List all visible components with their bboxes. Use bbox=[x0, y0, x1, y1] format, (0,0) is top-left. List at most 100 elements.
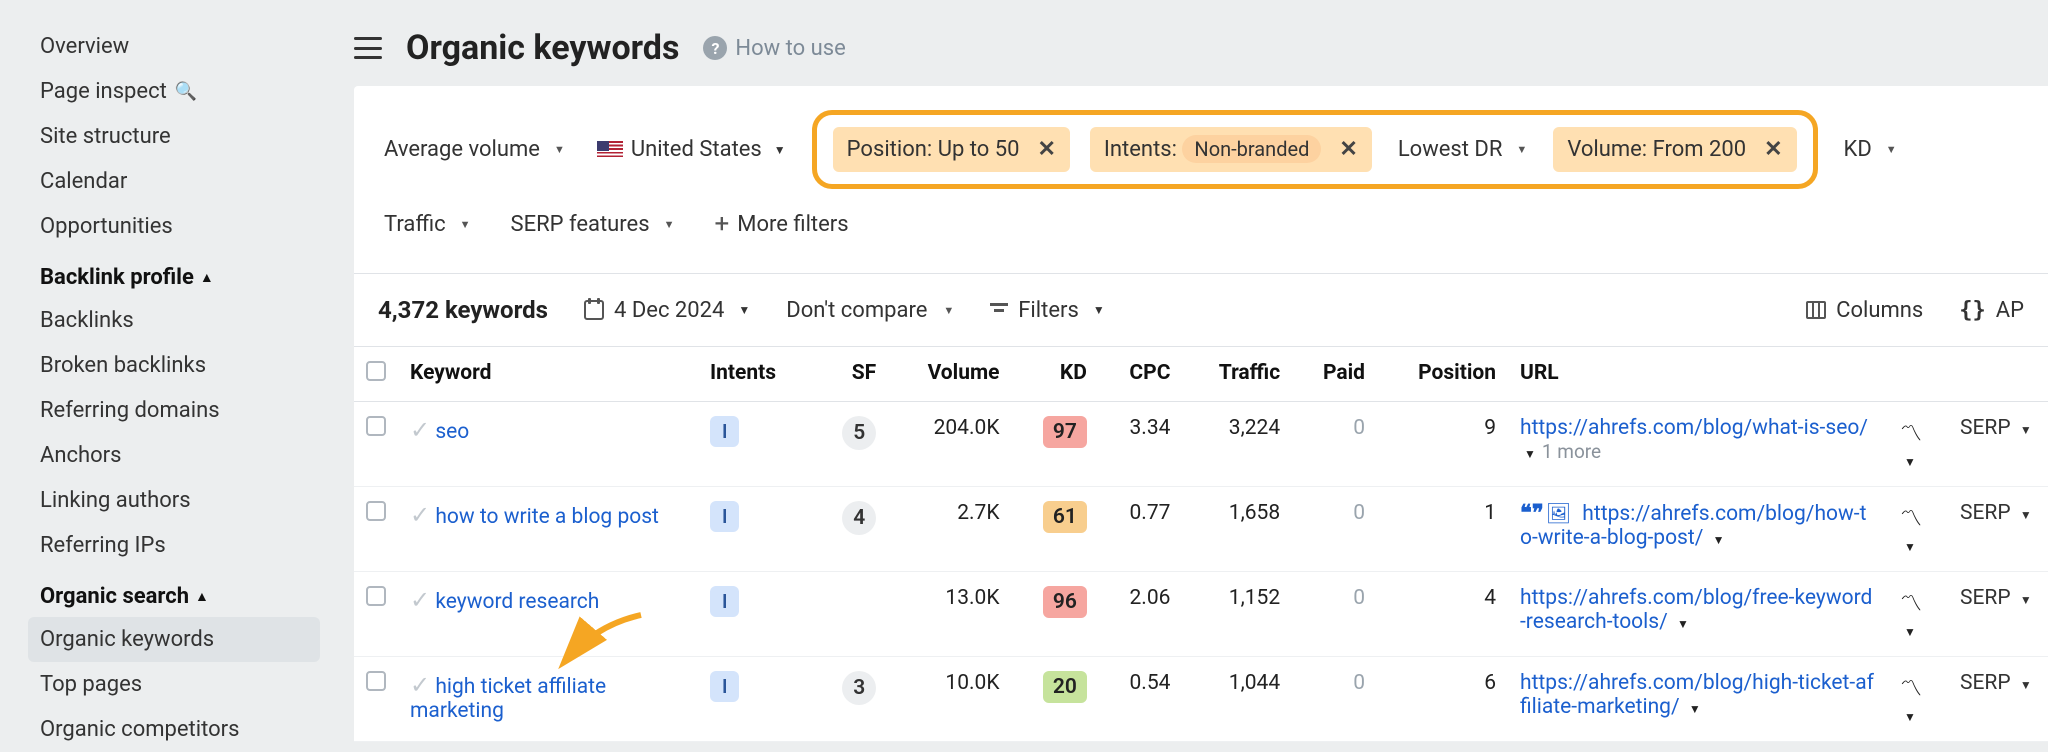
sidebar-heading-organic-search[interactable]: Organic search▲ bbox=[28, 568, 320, 617]
how-to-use-link[interactable]: ? How to use bbox=[703, 36, 845, 61]
sidebar-item-linking-authors[interactable]: Linking authors bbox=[28, 478, 320, 523]
how-to-label: How to use bbox=[735, 36, 845, 61]
caret-down-icon[interactable]: ▼ bbox=[1904, 625, 1916, 639]
columns-button[interactable]: Columns bbox=[1806, 298, 1923, 323]
traffic-filter[interactable]: Traffic bbox=[378, 199, 477, 249]
image-pack-icon: 🖼 bbox=[1546, 501, 1571, 525]
url-link[interactable]: https://ahrefs.com/blog/what-is-seo/ bbox=[1520, 416, 1868, 440]
intents-value-badge: Non-branded bbox=[1182, 135, 1321, 163]
sf-badge: 4 bbox=[842, 501, 876, 535]
url-link[interactable]: https://ahrefs.com/blog/free-keyword-res… bbox=[1520, 586, 1872, 634]
sidebar-item-referring-domains[interactable]: Referring domains bbox=[28, 388, 320, 433]
kd-badge: 61 bbox=[1043, 501, 1087, 533]
close-icon[interactable]: ✕ bbox=[1037, 137, 1055, 162]
trend-icon[interactable]: 〽 bbox=[1900, 677, 1922, 702]
api-button[interactable]: {} AP bbox=[1959, 298, 2024, 323]
sidebar-item-referring-ips[interactable]: Referring IPs bbox=[28, 523, 320, 568]
volume-filter-chip[interactable]: Volume: From 200 ✕ bbox=[1553, 127, 1796, 172]
chip-label: Intents: Non-branded bbox=[1104, 137, 1321, 162]
table-header-row: Keyword Intents SF Volume KD CPC Traffic… bbox=[354, 347, 2048, 402]
close-icon[interactable]: ✕ bbox=[1339, 137, 1357, 162]
sidebar-item-calendar[interactable]: Calendar bbox=[28, 159, 320, 204]
sidebar-item-overview[interactable]: Overview bbox=[28, 24, 320, 69]
col-position[interactable]: Position bbox=[1377, 347, 1508, 402]
avg-volume-filter[interactable]: Average volume bbox=[378, 127, 571, 172]
more-urls[interactable]: 1 more bbox=[1542, 440, 1601, 463]
table-row: ✓ keyword researchI13.0K962.061,15204htt… bbox=[354, 572, 2048, 657]
col-volume[interactable]: Volume bbox=[888, 347, 1011, 402]
sidebar-item-top-pages[interactable]: Top pages bbox=[28, 662, 320, 707]
featured-snippet-icon: ❝❞ bbox=[1520, 501, 1544, 526]
row-checkbox[interactable] bbox=[366, 586, 386, 606]
serp-button[interactable]: SERP ▼ bbox=[1960, 501, 2032, 525]
table-row: ✓ seoI5204.0K973.343,22409https://ahrefs… bbox=[354, 402, 2048, 487]
keyword-link[interactable]: seo bbox=[435, 420, 469, 444]
sidebar-item-broken-backlinks[interactable]: Broken backlinks bbox=[28, 343, 320, 388]
row-checkbox[interactable] bbox=[366, 501, 386, 521]
position-filter-chip[interactable]: Position: Up to 50 ✕ bbox=[833, 127, 1070, 172]
row-checkbox[interactable] bbox=[366, 671, 386, 691]
caret-down-icon[interactable]: ▼ bbox=[1524, 447, 1536, 461]
sidebar-item-organic-competitors[interactable]: Organic competitors bbox=[28, 707, 320, 752]
keyword-link[interactable]: how to write a blog post bbox=[435, 505, 659, 529]
caret-down-icon[interactable]: ▼ bbox=[1689, 702, 1701, 716]
sidebar-item-site-structure[interactable]: Site structure bbox=[28, 114, 320, 159]
compare-selector[interactable]: Don't compare bbox=[786, 298, 954, 323]
paid-cell: 0 bbox=[1292, 657, 1377, 742]
filters-label: Filters bbox=[1018, 298, 1079, 323]
search-icon: 🔍 bbox=[175, 81, 197, 102]
trend-icon[interactable]: 〽 bbox=[1900, 422, 1922, 447]
caret-down-icon[interactable]: ▼ bbox=[1904, 455, 1916, 469]
intent-badge: I bbox=[710, 416, 739, 447]
col-sf[interactable]: SF bbox=[814, 347, 889, 402]
col-url[interactable]: URL bbox=[1508, 347, 1888, 402]
col-keyword[interactable]: Keyword bbox=[398, 347, 698, 402]
sidebar-heading-backlink[interactable]: Backlink profile▲ bbox=[28, 249, 320, 298]
col-intents[interactable]: Intents bbox=[698, 347, 814, 402]
caret-down-icon[interactable]: ▼ bbox=[1713, 533, 1725, 547]
col-kd[interactable]: KD bbox=[1012, 347, 1099, 402]
sf-badge: 3 bbox=[842, 671, 876, 705]
trend-icon[interactable]: 〽 bbox=[1900, 507, 1922, 532]
sidebar-item-anchors[interactable]: Anchors bbox=[28, 433, 320, 478]
serp-features-filter[interactable]: SERP features bbox=[505, 199, 681, 249]
col-cpc[interactable]: CPC bbox=[1099, 347, 1183, 402]
country-label: United States bbox=[631, 137, 762, 162]
row-checkbox[interactable] bbox=[366, 416, 386, 436]
keyword-link[interactable]: keyword research bbox=[435, 590, 599, 614]
lowest-dr-filter[interactable]: Lowest DR bbox=[1392, 127, 1534, 172]
serp-button[interactable]: SERP ▼ bbox=[1960, 416, 2032, 440]
url-link[interactable]: https://ahrefs.com/blog/how-to-write-a-b… bbox=[1520, 502, 1866, 550]
caret-down-icon[interactable]: ▼ bbox=[1904, 540, 1916, 554]
toolbar: 4,372 keywords 4 Dec 2024 ▼ Don't compar… bbox=[354, 274, 2048, 346]
more-filters-button[interactable]: + More filters bbox=[708, 199, 854, 249]
sidebar-item-backlinks[interactable]: Backlinks bbox=[28, 298, 320, 343]
columns-label: Columns bbox=[1836, 298, 1923, 323]
caret-down-icon[interactable]: ▼ bbox=[1677, 617, 1689, 631]
checkmark-icon: ✓ bbox=[410, 671, 430, 699]
serp-button[interactable]: SERP ▼ bbox=[1960, 671, 2032, 695]
serp-button[interactable]: SERP ▼ bbox=[1960, 586, 2032, 610]
close-icon[interactable]: ✕ bbox=[1764, 137, 1782, 162]
filters-button[interactable]: Filters ▼ bbox=[990, 298, 1104, 323]
caret-down-icon[interactable]: ▼ bbox=[1904, 710, 1916, 724]
select-all-checkbox[interactable] bbox=[366, 361, 386, 381]
menu-toggle-icon[interactable] bbox=[354, 37, 382, 59]
sidebar-item-opportunities[interactable]: Opportunities bbox=[28, 204, 320, 249]
caret-down-icon: ▼ bbox=[774, 143, 786, 157]
country-filter[interactable]: United States ▼ bbox=[591, 127, 792, 172]
kd-filter[interactable]: KD bbox=[1838, 127, 1903, 172]
keyword-link[interactable]: high ticket affiliate marketing bbox=[410, 675, 606, 723]
col-paid[interactable]: Paid bbox=[1292, 347, 1377, 402]
api-label: AP bbox=[1996, 298, 2024, 323]
trend-icon[interactable]: 〽 bbox=[1900, 592, 1922, 617]
sidebar-item-organic-keywords[interactable]: Organic keywords bbox=[28, 617, 320, 662]
col-traffic[interactable]: Traffic bbox=[1182, 347, 1292, 402]
table-row: ✓ how to write a blog postI42.7K610.771,… bbox=[354, 487, 2048, 572]
filter-bar-row2: Traffic SERP features + More filters bbox=[354, 189, 2048, 273]
intents-filter-chip[interactable]: Intents: Non-branded ✕ bbox=[1090, 127, 1372, 172]
position-cell: 1 bbox=[1377, 487, 1508, 572]
columns-icon bbox=[1806, 301, 1826, 319]
sidebar-item-page-inspect[interactable]: Page inspect🔍 bbox=[28, 69, 320, 114]
date-selector[interactable]: 4 Dec 2024 ▼ bbox=[584, 298, 750, 323]
